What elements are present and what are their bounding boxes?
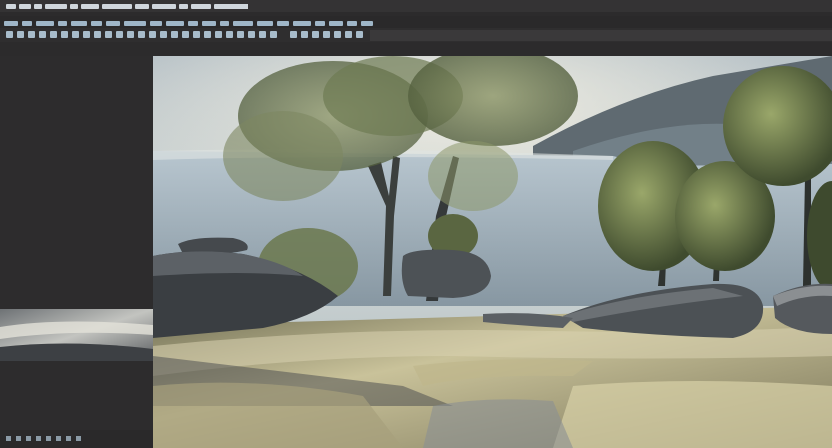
tool-icon[interactable] [356,31,363,38]
toolbar-icon-row-2[interactable] [290,31,363,38]
toolbar-options-bar [370,30,832,41]
preview-thumbnail [0,309,153,361]
tool-icon[interactable] [334,31,341,38]
tool-icon[interactable] [28,31,35,38]
tool-icon[interactable] [39,31,46,38]
tool-icon[interactable] [17,31,24,38]
toolbar-primary [0,16,832,28]
tool-icon[interactable] [270,31,277,38]
tool-icon[interactable] [138,31,145,38]
tool-icon[interactable] [83,31,90,38]
scene-render [153,56,832,448]
tool-icon[interactable] [105,31,112,38]
left-panel [0,56,153,448]
tool-icon[interactable] [226,31,233,38]
tool-icon[interactable] [193,31,200,38]
tool-icon[interactable] [171,31,178,38]
tool-icon[interactable] [72,31,79,38]
tool-icon[interactable] [237,31,244,38]
tool-icon[interactable] [6,31,13,38]
tool-icon[interactable] [116,31,123,38]
menu-items[interactable] [6,4,226,9]
tool-icon[interactable] [149,31,156,38]
panel-preview-strip [0,309,153,361]
status-icons[interactable] [6,436,81,441]
tool-icon[interactable] [215,31,222,38]
render-viewport[interactable] [153,56,832,448]
tool-icon[interactable] [50,31,57,38]
toolbar-icon-row-1[interactable] [6,31,277,38]
tool-icon[interactable] [61,31,68,38]
tool-icon[interactable] [182,31,189,38]
tool-icon[interactable] [259,31,266,38]
menu-item-right[interactable] [215,4,248,9]
tool-icon[interactable] [160,31,167,38]
tool-icon[interactable] [204,31,211,38]
tool-icon[interactable] [323,31,330,38]
toolbar-primary-buttons[interactable] [4,21,373,26]
tool-icon[interactable] [301,31,308,38]
tool-icon[interactable] [345,31,352,38]
tool-icon[interactable] [94,31,101,38]
tool-icon[interactable] [248,31,255,38]
menu-bar [0,0,832,12]
tool-icon[interactable] [312,31,319,38]
tool-icon[interactable] [127,31,134,38]
tool-icon[interactable] [290,31,297,38]
